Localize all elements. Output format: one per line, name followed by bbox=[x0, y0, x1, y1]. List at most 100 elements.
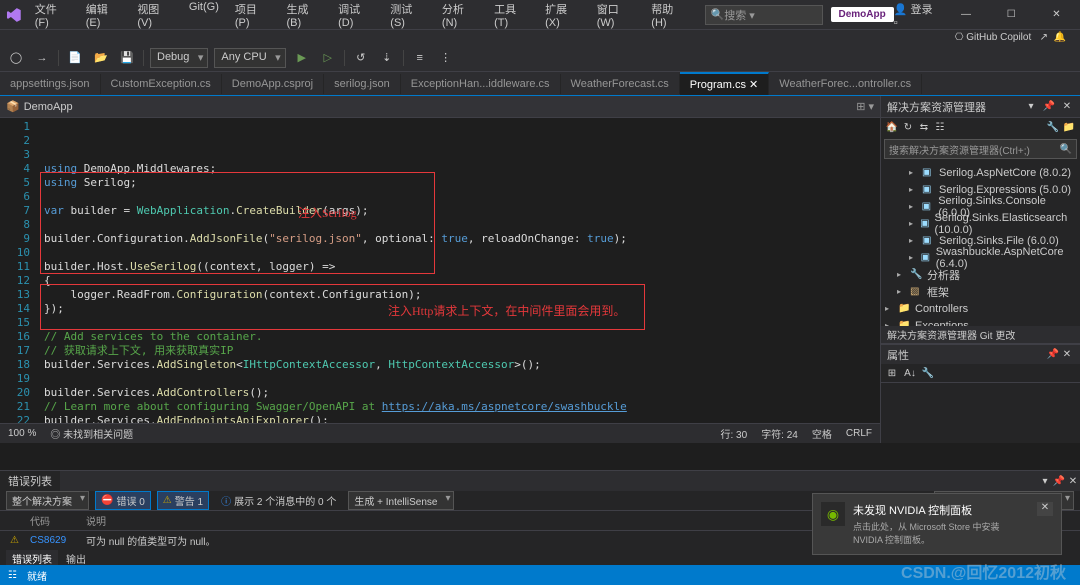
menu-item[interactable]: 项目(P) bbox=[228, 0, 278, 33]
document-tab[interactable]: DemoApp.csproj bbox=[222, 74, 324, 94]
save-button[interactable]: 💾 bbox=[117, 48, 137, 68]
panel-opts-icon[interactable]: ▾ bbox=[1024, 100, 1038, 114]
tree-node[interactable]: ▸▣Serilog.Sinks.Elasticsearch (10.0.0) bbox=[881, 215, 1080, 232]
statusbar: ☷ 就绪 bbox=[0, 565, 1080, 585]
el-pin-icon[interactable]: 📌 bbox=[1052, 474, 1066, 488]
el-messages-toggle[interactable]: ⓘ展示 2 个消息中的 0 个 bbox=[215, 491, 342, 510]
document-tab[interactable]: CustomException.cs bbox=[101, 74, 222, 94]
toolbar-btn-c[interactable]: ≡ bbox=[410, 48, 430, 68]
start-noDebug-button[interactable]: ▷ bbox=[318, 48, 338, 68]
menu-item[interactable]: 视图(V) bbox=[130, 0, 180, 33]
minimize-button[interactable]: — bbox=[948, 0, 983, 30]
document-tab[interactable]: appsettings.json bbox=[0, 74, 101, 94]
search-box[interactable]: 🔍 搜索 ▾ bbox=[705, 5, 823, 25]
toast-close-button[interactable]: ✕ bbox=[1037, 502, 1053, 516]
el-desc: 可为 null 的值类型可为 null。 bbox=[86, 533, 806, 548]
tree-node[interactable]: ▸▣Swashbuckle.AspNetCore (6.4.0) bbox=[881, 249, 1080, 266]
nvidia-toast[interactable]: ◉ 未发现 NVIDIA 控制面板 点击此处，从 Microsoft Store… bbox=[812, 493, 1062, 555]
solution-search[interactable]: 搜索解决方案资源管理器(Ctrl+;)🔍 bbox=[884, 139, 1077, 159]
menu-item[interactable]: 生成(B) bbox=[279, 0, 329, 33]
nav-project-combo[interactable]: 📦 DemoApp bbox=[6, 100, 73, 113]
toolbar-btn-b[interactable]: ⇣ bbox=[377, 48, 397, 68]
code-area[interactable]: using DemoApp.Middlewares;using Serilog;… bbox=[38, 118, 880, 423]
sol-refresh-icon[interactable]: ↻ bbox=[901, 120, 915, 134]
sol-home-icon[interactable]: 🏠 bbox=[885, 120, 899, 134]
el-scope-filter[interactable]: 整个解决方案 bbox=[6, 491, 89, 510]
menu-item[interactable]: 帮助(H) bbox=[644, 0, 694, 33]
vs-logo-icon bbox=[6, 7, 22, 23]
toolbar: ◯ → 📄 📂 💾 Debug Any CPU ▶ ▷ ↺ ⇣ ≡ ⋮ bbox=[0, 44, 1080, 72]
tree-node[interactable]: ▸▣Serilog.AspNetCore (8.0.2) bbox=[881, 164, 1080, 181]
new-item-button[interactable]: 📄 bbox=[65, 48, 85, 68]
login-link[interactable]: 👤 登录 ▫ bbox=[894, 1, 939, 29]
open-button[interactable]: 📂 bbox=[91, 48, 111, 68]
menu-item[interactable]: 编辑(E) bbox=[79, 0, 129, 33]
panel-pin-icon[interactable]: 📌 bbox=[1042, 100, 1056, 114]
tree-node[interactable]: ▸📁Exceptions bbox=[881, 317, 1080, 326]
sol-sync-icon[interactable]: ⇆ bbox=[917, 120, 931, 134]
menu-item[interactable]: 文件(F) bbox=[28, 0, 77, 33]
issues-indicator[interactable]: ◎ 未找到相关问题 bbox=[50, 426, 133, 441]
el-build-filter[interactable]: 生成 + IntelliSense bbox=[348, 491, 454, 510]
el-close-icon[interactable]: ✕ bbox=[1066, 474, 1080, 488]
props-toolbar: ⊞ A↓ 🔧 bbox=[881, 364, 1080, 383]
document-tab[interactable]: WeatherForecast.cs bbox=[561, 74, 680, 94]
solution-header: 解决方案资源管理器 ▾ 📌 ✕ bbox=[881, 96, 1080, 118]
menu-item[interactable]: 测试(S) bbox=[383, 0, 433, 33]
statusbar-icon[interactable]: ☷ bbox=[8, 570, 17, 581]
sol-filter-icon[interactable]: ☷ bbox=[933, 120, 947, 134]
bell-icon[interactable]: 🔔 bbox=[1054, 32, 1066, 43]
nav-back-button[interactable]: ◯ bbox=[6, 48, 26, 68]
properties-body bbox=[881, 383, 1080, 443]
menu-item[interactable]: 调试(D) bbox=[331, 0, 381, 33]
props-tool-icon[interactable]: 🔧 bbox=[921, 366, 935, 380]
toolbar-btn-d[interactable]: ⋮ bbox=[436, 48, 456, 68]
spaces-indicator[interactable]: 空格 bbox=[812, 426, 832, 441]
platform-combo[interactable]: Any CPU bbox=[214, 48, 285, 68]
sol-tool1-icon[interactable]: 🔧 bbox=[1046, 120, 1060, 134]
props-pin-icon[interactable]: 📌 bbox=[1046, 348, 1060, 362]
close-button[interactable]: ✕ bbox=[1039, 0, 1074, 30]
menu-item[interactable]: 窗口(W) bbox=[590, 0, 643, 33]
document-tab[interactable]: Program.cs ✕ bbox=[680, 72, 770, 95]
nav-split-icon[interactable]: ⊞ ▾ bbox=[856, 100, 874, 113]
zoom-level[interactable]: 100 % bbox=[8, 428, 36, 439]
props-cat-icon[interactable]: ⊞ bbox=[885, 366, 899, 380]
config-combo[interactable]: Debug bbox=[150, 48, 208, 68]
el-opts-icon[interactable]: ▾ bbox=[1038, 474, 1052, 488]
el-warnings-toggle[interactable]: ⚠警告 1 bbox=[157, 491, 209, 510]
tree-node[interactable]: ▸▧框架 bbox=[881, 283, 1080, 300]
menu-item[interactable]: Git(G) bbox=[182, 0, 226, 33]
document-tab[interactable]: ExceptionHan...iddleware.cs bbox=[401, 74, 561, 94]
start-button[interactable]: ▶ bbox=[292, 48, 312, 68]
toast-title: 未发现 NVIDIA 控制面板 bbox=[853, 502, 1029, 518]
editor-statusbar: 100 % ◎ 未找到相关问题 行: 30 字符: 24 空格 CRLF bbox=[0, 423, 880, 443]
menu-item[interactable]: 扩展(X) bbox=[538, 0, 588, 33]
editor-navbar: 📦 DemoApp ⊞ ▾ bbox=[0, 96, 880, 118]
titlebar: 文件(F)编辑(E)视图(V)Git(G)项目(P)生成(B)调试(D)测试(S… bbox=[0, 0, 1080, 30]
github-copilot-link[interactable]: ⎔ GitHub Copilot bbox=[955, 32, 1032, 43]
el-errors-toggle[interactable]: ⛔错误 0 bbox=[95, 491, 151, 510]
el-code[interactable]: CS8629 bbox=[30, 535, 78, 546]
menu-item[interactable]: 工具(T) bbox=[487, 0, 536, 33]
nav-fwd-button[interactable]: → bbox=[32, 48, 52, 68]
nvidia-icon: ◉ bbox=[821, 502, 845, 526]
panel-close-icon[interactable]: ✕ bbox=[1060, 100, 1074, 114]
crlf-indicator[interactable]: CRLF bbox=[846, 428, 872, 439]
maximize-button[interactable]: ☐ bbox=[994, 0, 1029, 30]
toolbar-btn-a[interactable]: ↺ bbox=[351, 48, 371, 68]
col-indicator: 字符: 24 bbox=[761, 426, 798, 441]
sol-tool2-icon[interactable]: 📁 bbox=[1062, 120, 1076, 134]
error-list-tab[interactable]: 错误列表 bbox=[0, 471, 60, 491]
solution-bottom-tabs[interactable]: 解决方案资源管理器 Git 更改 bbox=[881, 326, 1080, 344]
tree-node[interactable]: ▸📁Controllers bbox=[881, 300, 1080, 317]
menu-item[interactable]: 分析(N) bbox=[435, 0, 485, 33]
solution-tree[interactable]: ▸▣Serilog.AspNetCore (8.0.2)▸▣Serilog.Ex… bbox=[881, 162, 1080, 326]
code-editor[interactable]: 1234567891011121314151617181920212223242… bbox=[0, 118, 880, 423]
props-close-icon[interactable]: ✕ bbox=[1060, 348, 1074, 362]
props-az-icon[interactable]: A↓ bbox=[903, 366, 917, 380]
share-icon[interactable]: ↗ bbox=[1040, 32, 1048, 43]
document-tab[interactable]: serilog.json bbox=[324, 74, 401, 94]
status-ready: 就绪 bbox=[27, 568, 47, 583]
document-tab[interactable]: WeatherForec...ontroller.cs bbox=[769, 74, 922, 94]
